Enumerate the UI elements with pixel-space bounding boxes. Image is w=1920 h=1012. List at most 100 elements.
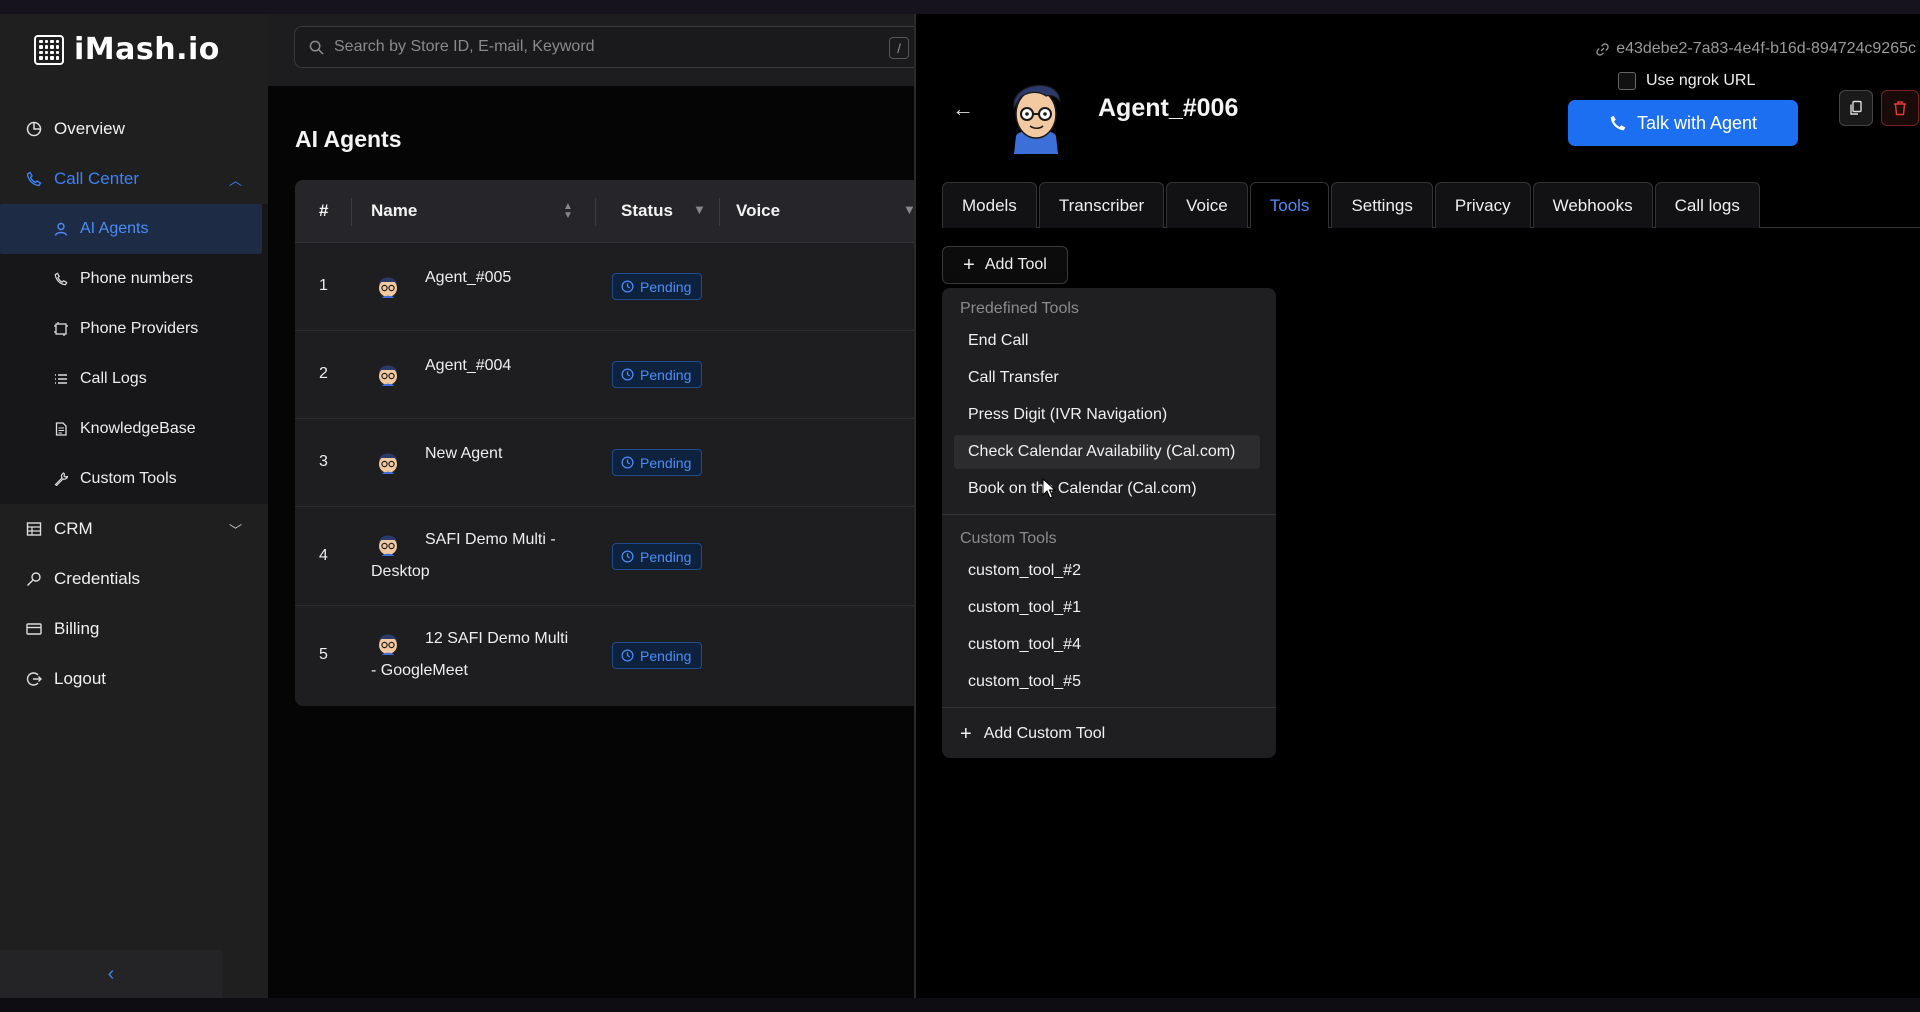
ngrok-checkbox[interactable]	[1618, 72, 1636, 90]
trash-icon	[1894, 101, 1906, 116]
sidebar-item-label: CRM	[54, 519, 93, 538]
table-row[interactable]: 2 Agent_#004 Pending	[295, 331, 914, 419]
agent-name: Agent_#004	[425, 357, 512, 374]
sidebar-item-credentials[interactable]: Credentials	[0, 554, 268, 604]
sidebar-item-label: Call Center	[54, 169, 140, 188]
agent-name: 12 SAFI Demo Multi	[425, 630, 569, 647]
dropdown-divider	[942, 514, 1276, 515]
tab-tools[interactable]: Tools	[1249, 182, 1330, 229]
add-custom-tool-button[interactable]: + Add Custom Tool	[960, 724, 1105, 744]
menu-item-custom-tool[interactable]: custom_tool_#1	[954, 591, 1260, 625]
ngrok-toggle[interactable]: Use ngrok URL	[1618, 72, 1755, 90]
status-text: Pending	[640, 548, 692, 565]
menu-item-custom-tool[interactable]: custom_tool_#2	[954, 554, 1260, 588]
duplicate-agent-button[interactable]	[1839, 90, 1873, 126]
document-icon	[52, 420, 70, 438]
sidebar-item-knowledgebase[interactable]: KnowledgeBase	[0, 404, 268, 454]
menu-item-check-calendar[interactable]: Check Calendar Availability (Cal.com)	[954, 435, 1260, 469]
user-icon	[52, 220, 70, 238]
agent-tabs: Models Transcriber Voice Tools Settings …	[942, 182, 1920, 229]
sort-icon[interactable]: ▲ ▼	[563, 202, 573, 221]
sidebar-collapse-button[interactable]: ‹	[0, 950, 222, 998]
sidebar-item-label: Overview	[54, 119, 125, 138]
status-text: Pending	[640, 454, 692, 471]
delete-agent-button[interactable]	[1881, 90, 1919, 126]
sidebar-item-custom-tools[interactable]: Custom Tools	[0, 454, 268, 504]
sidebar-item-ai-agents[interactable]: AI Agents	[0, 204, 262, 254]
status-text: Pending	[640, 366, 692, 383]
table-row[interactable]: 3 New Agent Pending	[295, 419, 914, 507]
filter-icon[interactable]: ▼	[693, 202, 706, 217]
phone-icon	[24, 169, 44, 189]
column-header-name[interactable]: Name	[371, 201, 417, 221]
sidebar-item-overview[interactable]: Overview	[0, 104, 268, 154]
app-name: iMash.io	[74, 32, 220, 67]
provider-icon	[52, 320, 70, 338]
column-divider	[595, 198, 596, 226]
sidebar: iMash.io Overview Call Center ︿ AI Agent…	[0, 14, 268, 998]
table-row[interactable]: 4 SAFI Demo Multi - Desktop Pending	[295, 507, 914, 606]
logo-mark-icon	[34, 34, 64, 65]
tab-settings[interactable]: Settings	[1331, 182, 1433, 228]
row-number: 3	[319, 453, 328, 470]
agent-name: Agent_#005	[425, 269, 512, 286]
status-badge: Pending	[612, 449, 703, 476]
filter-icon[interactable]: ▼	[903, 202, 914, 217]
tab-webhooks[interactable]: Webhooks	[1532, 182, 1653, 228]
sidebar-item-logout[interactable]: Logout	[0, 654, 268, 704]
add-tool-button[interactable]: + Add Tool	[942, 246, 1068, 284]
menu-item-call-transfer[interactable]: Call Transfer	[954, 361, 1260, 395]
add-tool-dropdown: Predefined Tools End Call Call Transfer …	[942, 288, 1276, 758]
dropdown-section-custom: Custom Tools	[960, 530, 1057, 547]
menu-item-book-calendar[interactable]: Book on the Calendar (Cal.com)	[954, 472, 1260, 506]
top-band	[0, 0, 1920, 14]
column-header-number: #	[319, 201, 329, 220]
sidebar-item-label: Credentials	[54, 569, 140, 588]
logout-icon	[24, 669, 44, 689]
menu-item-custom-tool[interactable]: custom_tool_#5	[954, 665, 1260, 699]
top-bar: /	[268, 14, 934, 86]
card-icon	[24, 619, 44, 639]
sidebar-item-phone-providers[interactable]: Phone Providers	[0, 304, 268, 354]
talk-with-agent-button[interactable]: Talk with Agent	[1568, 100, 1798, 146]
status-badge: Pending	[612, 642, 703, 669]
row-number: 5	[319, 646, 328, 663]
back-arrow-icon[interactable]: ←	[952, 96, 974, 122]
app-logo[interactable]: iMash.io	[34, 32, 220, 67]
sidebar-item-billing[interactable]: Billing	[0, 604, 268, 654]
sidebar-item-phone-numbers[interactable]: Phone numbers	[0, 254, 268, 304]
sidebar-item-label: Call Logs	[80, 370, 147, 387]
copy-icon	[1850, 100, 1862, 115]
sidebar-item-label: Custom Tools	[80, 470, 177, 487]
search-input[interactable]	[334, 38, 854, 56]
sidebar-nav: Overview Call Center ︿ AI Agents Phone n…	[0, 104, 268, 704]
agent-id: e43debe2-7a83-4e4f-b16d-894724c9265c	[1616, 40, 1916, 57]
menu-item-custom-tool[interactable]: custom_tool_#4	[954, 628, 1260, 662]
talk-button-label: Talk with Agent	[1636, 112, 1758, 133]
tab-transcriber[interactable]: Transcriber	[1038, 182, 1165, 228]
sidebar-item-call-logs[interactable]: Call Logs	[0, 354, 268, 404]
chevron-left-icon: ‹	[107, 962, 115, 985]
agent-name: New Agent	[425, 445, 503, 462]
agent-id-link[interactable]: e43debe2-7a83-4e4f-b16d-894724c9265c	[1595, 40, 1916, 58]
tab-call-logs[interactable]: Call logs	[1654, 182, 1760, 228]
sidebar-item-crm[interactable]: CRM ﹀	[0, 504, 268, 554]
tab-models[interactable]: Models	[942, 182, 1037, 228]
phone-icon	[52, 270, 70, 288]
status-text: Pending	[640, 278, 692, 295]
agent-name: SAFI Demo Multi -	[425, 531, 556, 548]
menu-item-press-digit[interactable]: Press Digit (IVR Navigation)	[954, 398, 1260, 432]
table-row[interactable]: 5 12 SAFI Demo Multi - GoogleMeet Pendin…	[295, 606, 914, 705]
clock-icon	[621, 649, 634, 662]
tab-privacy[interactable]: Privacy	[1434, 182, 1531, 228]
phone-icon	[1610, 115, 1626, 131]
search-box[interactable]: /	[294, 26, 934, 68]
ngrok-label: Use ngrok URL	[1646, 72, 1756, 89]
table-row[interactable]: 1 Agent_#005 Pending	[295, 243, 914, 331]
tab-voice[interactable]: Voice	[1166, 182, 1248, 228]
table-header: # Name ▲ ▼ Status ▼ Voice ▼	[295, 180, 914, 243]
menu-item-end-call[interactable]: End Call	[954, 324, 1260, 358]
agents-list-area: / AI Agents # Name ▲▼ Status ▼ Voice ▼ 1	[268, 14, 934, 998]
sidebar-item-call-center[interactable]: Call Center ︿	[0, 154, 268, 204]
key-icon	[24, 569, 44, 589]
